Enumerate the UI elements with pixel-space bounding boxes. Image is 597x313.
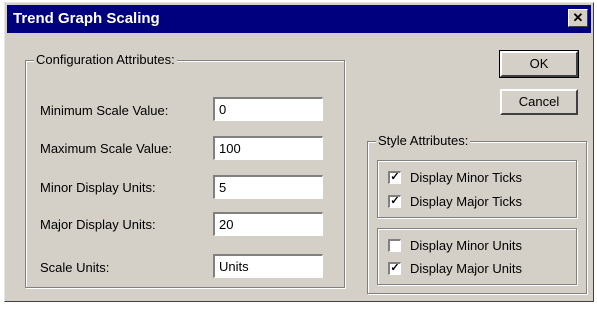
configuration-attributes-group: Configuration Attributes: Minimum Scale …: [25, 52, 345, 288]
max-scale-label: Maximum Scale Value:: [40, 141, 172, 156]
display-major-units-label: Display Major Units: [410, 261, 522, 276]
scale-units-label: Scale Units:: [40, 260, 110, 275]
check-icon[interactable]: ✓: [388, 171, 401, 184]
scale-units-field[interactable]: [213, 254, 323, 278]
title-bar[interactable]: Trend Graph Scaling ✕: [7, 5, 591, 33]
units-box: Display Minor Units ✓ Display Major Unit…: [377, 228, 577, 285]
checkbox-empty-icon[interactable]: [388, 239, 401, 252]
max-scale-field[interactable]: [213, 136, 323, 160]
display-minor-units-label: Display Minor Units: [410, 238, 522, 253]
close-icon[interactable]: ✕: [568, 9, 588, 27]
window-title: Trend Graph Scaling: [13, 10, 160, 27]
min-scale-field[interactable]: [213, 97, 323, 121]
ok-button[interactable]: OK: [499, 50, 579, 78]
check-icon[interactable]: ✓: [388, 195, 401, 208]
major-display-units-label: Major Display Units:: [40, 217, 156, 232]
configuration-attributes-legend: Configuration Attributes:: [34, 52, 177, 67]
trend-graph-scaling-dialog: Trend Graph Scaling ✕ Configuration Attr…: [4, 2, 594, 302]
major-display-units-field[interactable]: [213, 212, 323, 236]
display-major-ticks-label: Display Major Ticks: [410, 194, 522, 209]
check-icon[interactable]: ✓: [388, 262, 401, 275]
minor-display-units-label: Minor Display Units:: [40, 180, 156, 195]
style-attributes-legend: Style Attributes:: [376, 133, 471, 148]
cancel-button[interactable]: Cancel: [500, 89, 578, 115]
display-minor-ticks-label: Display Minor Ticks: [410, 170, 522, 185]
style-attributes-group: Style Attributes: ✓ Display Minor Ticks …: [367, 133, 587, 294]
minor-display-units-field[interactable]: [213, 175, 323, 199]
min-scale-label: Minimum Scale Value:: [40, 103, 169, 118]
ticks-box: ✓ Display Minor Ticks ✓ Display Major Ti…: [377, 160, 577, 218]
